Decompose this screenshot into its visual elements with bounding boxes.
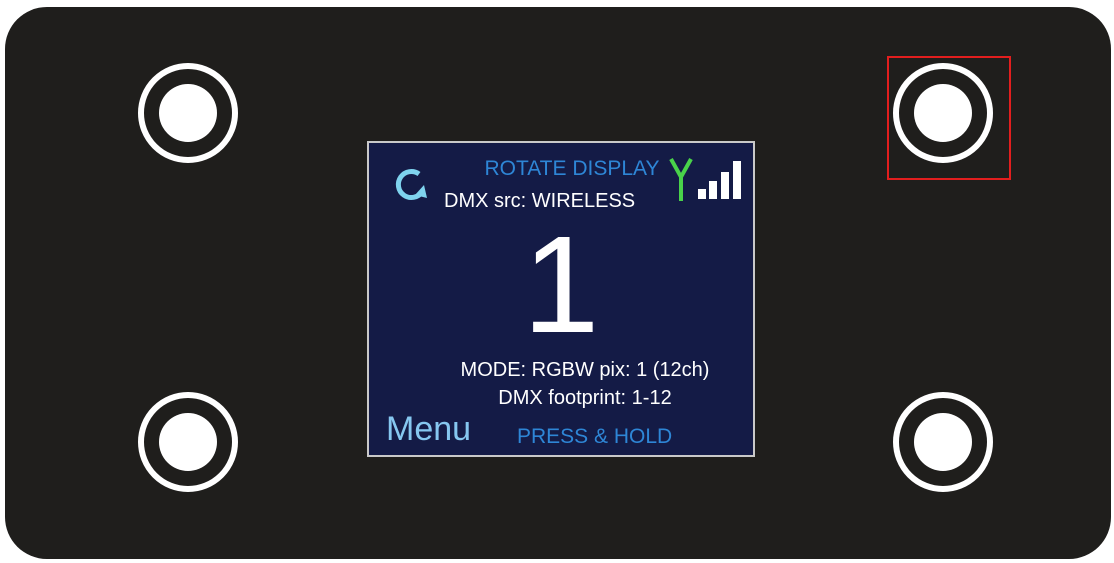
button-cap <box>159 413 217 471</box>
bottom-right-button[interactable] <box>893 392 993 492</box>
press-hold-label: PRESS & HOLD <box>517 425 673 448</box>
signal-strength-icon <box>698 161 741 199</box>
footprint-text: DMX footprint: 1-12 <box>498 387 672 409</box>
lcd-screen: ROTATE DISPLAY DMX src: WIRELESS 1 MODE:… <box>367 141 755 457</box>
antenna-icon <box>669 158 693 201</box>
menu-label: Menu <box>386 410 472 448</box>
button-cap <box>914 84 972 142</box>
mode-text: MODE: RGBW pix: 1 (12ch) <box>460 359 710 381</box>
bottom-left-button[interactable] <box>138 392 238 492</box>
dmx-address-value: 1 <box>522 208 600 362</box>
button-cap <box>159 84 217 142</box>
top-left-button[interactable] <box>138 63 238 163</box>
top-right-button[interactable] <box>893 63 993 163</box>
button-cap <box>914 413 972 471</box>
